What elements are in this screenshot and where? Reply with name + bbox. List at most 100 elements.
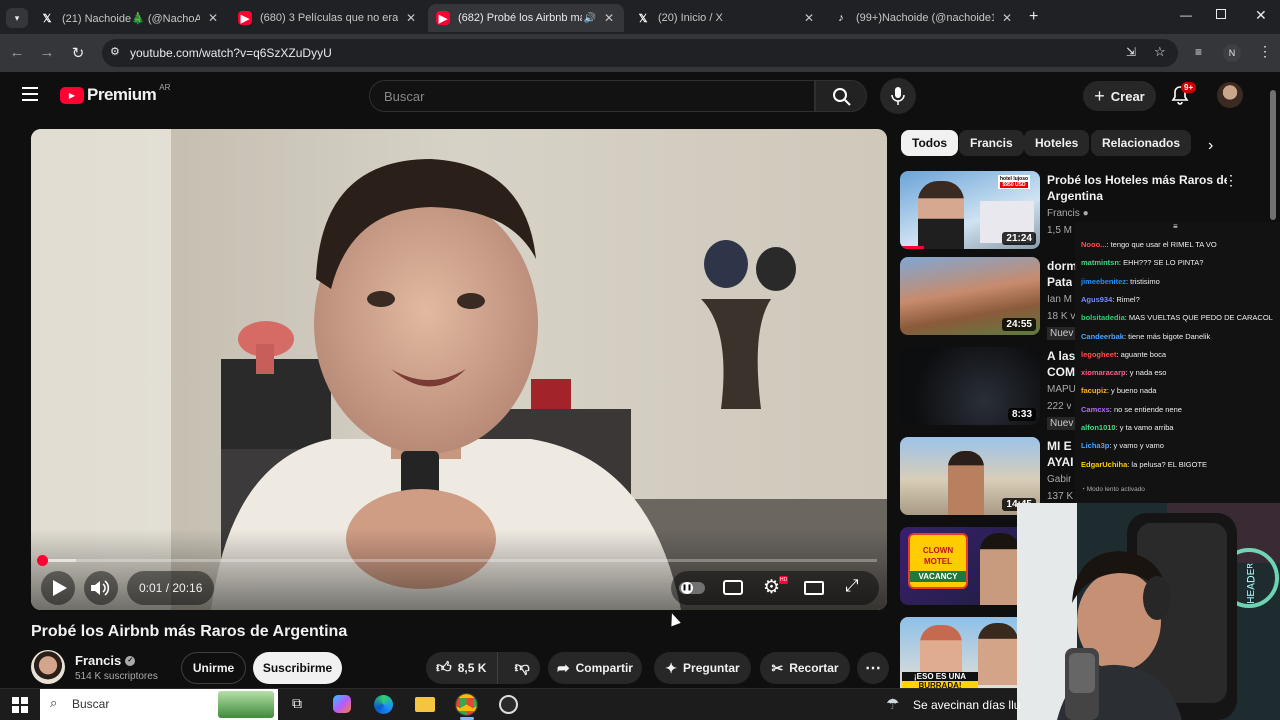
video-player[interactable]: 0:01 / 20:16 ❚❚ ⚙ HD ⤢ (31, 129, 887, 610)
profile-avatar[interactable]: N (1223, 44, 1241, 62)
channel-name[interactable]: Francis ✓ (75, 653, 136, 668)
forward-icon[interactable]: → (38, 44, 56, 61)
window-close-icon[interactable]: ✕ (1255, 7, 1267, 24)
chip-relacionados[interactable]: Relacionados (1091, 130, 1192, 156)
site-info-icon[interactable]: ⚙ (110, 45, 120, 58)
chat-username[interactable]: alfon1010 (1081, 423, 1116, 432)
minimize-icon[interactable]: — (1180, 8, 1192, 22)
chip-hoteles[interactable]: Hoteles (1024, 130, 1090, 156)
browser-tab[interactable]: ▶ (680) 3 Películas que no eran es ✕ (230, 4, 426, 32)
tab-search-button[interactable]: ▾ (6, 8, 28, 28)
thumb-person (980, 533, 1020, 605)
chat-username[interactable]: EdgarUchiha (1081, 460, 1127, 469)
autoplay-toggle[interactable]: ❚❚ (679, 582, 705, 594)
close-icon[interactable]: ✕ (404, 11, 418, 25)
related-title[interactable]: MI E (1047, 438, 1072, 454)
chat-username[interactable]: matmintsn (1081, 258, 1119, 267)
channel-avatar[interactable] (31, 650, 65, 684)
related-thumbnail[interactable]: 8:33 (900, 347, 1040, 425)
chip-francis[interactable]: Francis (959, 130, 1024, 156)
windows-start-icon[interactable] (12, 697, 28, 713)
volume-button[interactable] (84, 571, 118, 605)
chat-username[interactable]: xiomaracarp (1081, 368, 1126, 377)
chat-username[interactable]: jimeebenitez (1081, 277, 1126, 286)
country-code: AR (159, 82, 171, 92)
like-button[interactable]: 👍︎ 8,5 K (426, 652, 499, 684)
theater-mode-icon[interactable] (804, 581, 824, 595)
chat-username[interactable]: Candeerbak (1081, 332, 1124, 341)
close-icon[interactable]: ✕ (206, 11, 220, 25)
chat-message: Agus934: Rimel? (1081, 295, 1140, 304)
browser-tab[interactable]: 𝕏 (20) Inicio / X ✕ (628, 4, 824, 32)
related-title-line2[interactable]: AYAI (1047, 454, 1073, 470)
browser-tab[interactable]: ♪ (99+)Nachoide (@nachoide1) | ✕ (826, 4, 1022, 32)
browser-menu-icon[interactable]: ⋮ (1258, 43, 1272, 60)
voice-search-button[interactable] (880, 78, 916, 114)
related-title[interactable]: A las (1047, 348, 1075, 364)
scrubber-handle[interactable] (37, 555, 48, 566)
hamburger-menu-icon[interactable] (22, 87, 38, 101)
reload-icon[interactable]: ↻ (69, 44, 87, 62)
subtitles-icon[interactable] (723, 580, 743, 595)
close-icon[interactable]: ✕ (802, 11, 816, 25)
related-more-icon[interactable]: ⋮ (1224, 172, 1238, 189)
install-icon[interactable]: ⇲ (1126, 45, 1136, 59)
chat-username[interactable]: Licha3p (1081, 441, 1109, 450)
speaker-icon[interactable]: 🔊 (584, 13, 596, 24)
search-input[interactable]: Buscar (369, 80, 815, 112)
obs-icon[interactable] (499, 695, 518, 714)
task-view-icon[interactable]: ⧉ (292, 695, 302, 712)
join-button[interactable]: Unirme (181, 652, 246, 684)
related-title[interactable]: Probé los Hoteles más Raros de (1047, 172, 1227, 188)
chips-next-icon[interactable]: › (1208, 137, 1213, 155)
chat-username[interactable]: bolsitadedia (1081, 313, 1125, 322)
related-title[interactable]: dorm (1047, 258, 1077, 274)
new-tab-icon[interactable]: + (1029, 8, 1038, 26)
related-title-line2[interactable]: Pata (1047, 274, 1072, 290)
chat-username[interactable]: legogheet (1081, 350, 1116, 359)
copilot-icon[interactable] (333, 695, 351, 713)
related-thumbnail[interactable]: hotel lujoso $950 USD 21:24 (900, 171, 1040, 249)
more-actions-button[interactable]: ⋯ (857, 652, 889, 684)
chat-filter-icon[interactable]: ≡ (1173, 222, 1178, 231)
weather-text[interactable]: Se avecinan días llu (913, 698, 1020, 712)
chat-username[interactable]: facupiz (1081, 386, 1107, 395)
create-button[interactable]: + Crear (1083, 81, 1156, 111)
scrollbar[interactable] (1270, 90, 1276, 220)
account-avatar[interactable] (1217, 82, 1243, 108)
media-controls-icon[interactable]: ≡ (1195, 45, 1202, 59)
chat-username[interactable]: Agus934 (1081, 295, 1112, 304)
clip-button[interactable]: ✂ Recortar (760, 652, 850, 684)
subscribe-button[interactable]: Suscribirme (253, 652, 342, 684)
related-title-line2[interactable]: Argentina (1047, 188, 1103, 204)
chip-todos[interactable]: Todos (901, 130, 959, 156)
close-icon[interactable]: ✕ (602, 11, 616, 25)
chat-text: : aguante boca (1116, 349, 1167, 359)
chat-username[interactable]: Nooo... (1081, 240, 1106, 249)
progress-bar[interactable] (37, 555, 877, 566)
notifications-button[interactable]: 9+ (1171, 82, 1197, 107)
fullscreen-icon[interactable]: ⤢ (845, 576, 859, 596)
browser-tab-active[interactable]: ▶ (682) Probé los Airbnb más 🔊 ✕ (428, 4, 624, 32)
ask-button[interactable]: ✦ Preguntar (654, 652, 751, 684)
related-thumbnail[interactable]: 24:55 (900, 257, 1040, 335)
settings-gear-icon[interactable]: ⚙ (763, 576, 780, 599)
taskbar-search[interactable]: ⌕ Buscar (40, 689, 278, 720)
chat-username[interactable]: Camcxs (1081, 405, 1110, 414)
browser-tab[interactable]: 𝕏 (21) Nachoide🎄 (@NachoAqu ✕ (32, 4, 228, 32)
edge-icon[interactable] (374, 695, 393, 714)
search-button[interactable] (815, 80, 867, 112)
share-button[interactable]: ➦ Compartir (548, 652, 642, 684)
chip-label: Francis (970, 136, 1013, 150)
youtube-logo[interactable]: ▶ Premium AR (60, 82, 171, 105)
bookmark-star-icon[interactable]: ☆ (1154, 44, 1166, 60)
omnibox[interactable]: ⚙ youtube.com/watch?v=q6SzXZuDyyU ⇲ ☆ (102, 39, 1178, 67)
back-icon[interactable]: ← (8, 44, 26, 61)
file-explorer-icon[interactable] (415, 697, 435, 712)
chrome-icon[interactable] (455, 693, 478, 716)
maximize-icon[interactable] (1216, 9, 1226, 19)
dislike-button[interactable]: 👎︎ (504, 659, 540, 677)
play-button[interactable] (41, 571, 75, 605)
related-title-line2[interactable]: COM (1047, 364, 1075, 380)
close-icon[interactable]: ✕ (1000, 11, 1014, 25)
